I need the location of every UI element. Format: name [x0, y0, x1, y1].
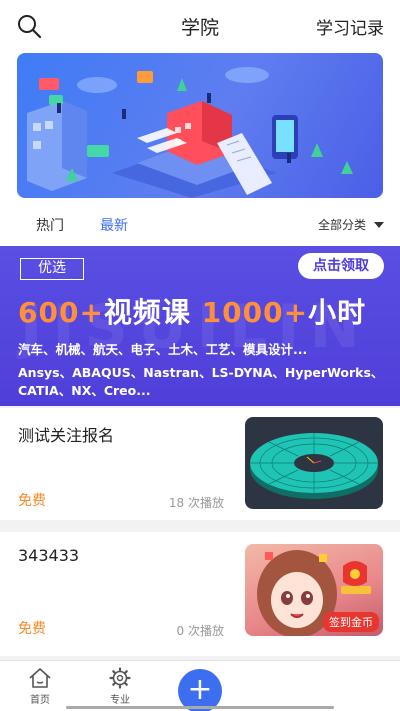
promo-software-1: Ansys、ABAQUS、Nastran、LS-DYNA、HyperWorks、	[18, 365, 384, 380]
headline-number-2: 1000+	[201, 296, 309, 329]
banner-container	[0, 50, 400, 202]
gear-icon	[109, 667, 131, 689]
add-button[interactable]: +	[178, 669, 222, 711]
course-thumbnail: 签到金币	[245, 544, 383, 636]
promo-badge: 优选	[20, 258, 84, 280]
course-price: 免费	[18, 621, 46, 637]
checkin-coin-badge: 签到金币	[323, 612, 379, 632]
course-card[interactable]: 343433 免费 0 次播放 签到金币	[0, 532, 400, 656]
home-indicator	[66, 706, 334, 709]
promo-software-2: CATIA、NX、Creo...	[18, 383, 151, 398]
course-play-count: 0 次播放	[176, 624, 224, 638]
claim-button[interactable]: 点击领取	[298, 253, 384, 279]
tabbar-home-label: 首页	[30, 695, 50, 706]
category-label: 全部分类	[317, 218, 366, 232]
tab-hot[interactable]: 热门	[36, 215, 64, 235]
course-thumbnail	[245, 417, 383, 509]
promo-headline: 600+视频课 1000+小时	[18, 291, 366, 331]
headline-number-1: 600+	[18, 296, 104, 329]
promo-banner[interactable]: JISUILIN 优选 点击领取 600+视频课 1000+小时 汽车、机械、航…	[0, 246, 400, 406]
filter-tabs: 热门 最新 全部分类	[0, 202, 400, 246]
study-records-link[interactable]: 学习记录	[316, 14, 384, 39]
tabbar-major[interactable]: 专业	[95, 667, 145, 706]
category-dropdown[interactable]: 全部分类	[318, 216, 384, 233]
course-title: 测试关注报名	[18, 426, 115, 445]
promo-fields: 汽车、机械、航天、电子、土木、工艺、模具设计...	[18, 342, 308, 357]
home-icon	[29, 668, 51, 688]
course-price: 免费	[18, 493, 46, 509]
headline-text-1: 视频课	[103, 296, 191, 329]
disc-mesh-image	[250, 433, 378, 499]
tab-latest[interactable]: 最新	[100, 215, 128, 235]
course-title: 343433	[18, 546, 80, 565]
caret-down-icon	[374, 221, 384, 228]
headline-text-2: 小时	[308, 296, 367, 329]
header: 学院 学习记录	[0, 0, 400, 50]
banner-illustration	[27, 67, 353, 198]
tabbar-major-label: 专业	[110, 695, 130, 706]
course-card[interactable]: 测试关注报名 免费 18 次播放	[0, 408, 400, 520]
banner-carousel[interactable]	[17, 53, 383, 198]
tabbar-home[interactable]: 首页	[15, 667, 65, 706]
course-play-count: 18 次播放	[168, 496, 224, 510]
